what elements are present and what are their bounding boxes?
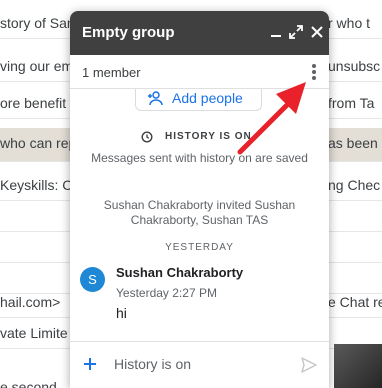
inbox-row-right-text: e Chat re <box>328 294 382 310</box>
inbox-row-left-text: story of Sand <box>0 15 70 31</box>
history-status: HISTORY IS ON <box>70 130 329 146</box>
inbox-row-left-text: vate Limite <box>0 325 68 341</box>
inbox-row-left-text: hail.com> <box>0 294 61 310</box>
inbox-row-right-text: unsubsc <box>328 58 381 74</box>
member-count[interactable]: 1 member <box>82 65 141 80</box>
day-separator: YESTERDAY <box>165 242 234 253</box>
chat-header: Empty group <box>70 11 329 55</box>
history-title: HISTORY IS ON <box>165 131 252 142</box>
more-options-icon[interactable] <box>302 59 326 85</box>
add-person-icon <box>148 91 163 106</box>
inbox-row-right-text: from Ta <box>328 95 375 111</box>
add-people-button[interactable]: Add people <box>135 89 262 111</box>
minimize-icon[interactable] <box>266 22 286 42</box>
chat-title: Empty group <box>82 24 175 41</box>
inbox-row-left-text: who can rep <box>0 135 70 151</box>
inbox-row-right-text: r who t <box>328 15 371 31</box>
history-clock-icon <box>141 131 153 143</box>
pop-out-icon[interactable] <box>286 22 306 42</box>
plus-icon[interactable] <box>82 356 98 372</box>
history-description: Messages sent with history on are saved <box>91 151 308 165</box>
message-input[interactable] <box>114 354 284 374</box>
add-people-label: Add people <box>172 90 243 106</box>
video-thumbnail <box>334 344 382 388</box>
inbox-row-left-text: ore benefit <box>0 95 67 111</box>
inbox-row-left-text: e second <box>0 379 57 388</box>
inbox-row-left-text: Keyskills: C <box>0 177 70 193</box>
close-icon[interactable] <box>307 22 327 42</box>
inbox-row-left-text: ving our eme <box>0 58 70 74</box>
avatar[interactable]: S <box>80 267 105 292</box>
inbox-row-right-text: ng Chec <box>328 177 381 193</box>
chat-window: Empty group 1 member Add people HISTORY … <box>70 11 329 388</box>
compose-bar <box>70 341 329 388</box>
member-bar: 1 member <box>70 55 329 89</box>
message-timestamp: Yesterday 2:27 PM <box>116 286 217 300</box>
message-sender: Sushan Chakraborty <box>116 265 244 280</box>
system-message: Sushan Chakraborty invited Sushan Chakra… <box>103 198 296 227</box>
message-text: hi <box>116 305 127 321</box>
inbox-row-right-text: as been p <box>328 135 382 151</box>
send-icon[interactable] <box>300 356 318 374</box>
